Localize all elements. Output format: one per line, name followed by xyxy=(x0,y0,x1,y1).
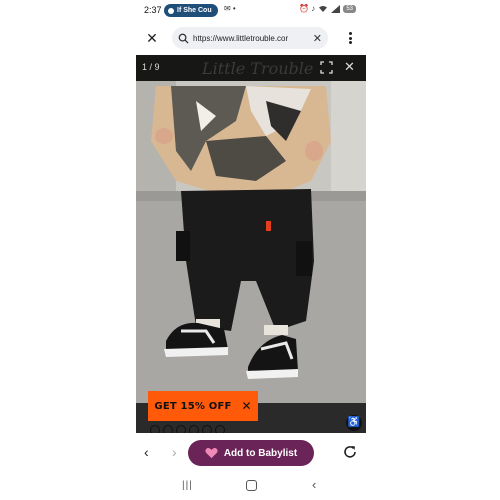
status-system-icons: ⏰ ♪ 53 xyxy=(299,4,356,13)
signal-icon xyxy=(331,4,341,13)
image-counter: 1 / 9 xyxy=(142,62,160,72)
search-icon xyxy=(178,33,189,44)
product-image-viewer[interactable]: 1 / 9 Little Trouble ✕ GET 15% OFF ✕ ♿ xyxy=(136,55,366,433)
status-alarm-icons: ⏰ ♪ xyxy=(299,4,316,13)
clear-url-icon[interactable]: ✕ xyxy=(313,32,322,45)
more-vert-icon[interactable] xyxy=(344,30,356,46)
url-text: https://www.littletrouble.cor xyxy=(193,33,289,43)
close-viewer-icon[interactable]: ✕ xyxy=(344,59,355,75)
babylist-label: Add to Babylist xyxy=(223,447,298,459)
viewer-top-bar: 1 / 9 Little Trouble ✕ xyxy=(136,55,366,81)
thumbnail-dot[interactable] xyxy=(163,425,173,433)
accessibility-icon[interactable]: ♿ xyxy=(346,415,362,431)
product-photo xyxy=(136,81,366,433)
system-back-button[interactable]: ‹ xyxy=(312,477,316,492)
promo-label: GET 15% OFF xyxy=(154,400,232,412)
browser-url-bar: ✕ https://www.littletrouble.cor ✕ xyxy=(136,24,366,52)
browser-toolbar: ‹ › Add to Babylist xyxy=(136,436,366,470)
thumbnail-dot[interactable] xyxy=(215,425,225,433)
phone-screen: 2:37 If She Cou ✉ • ⏰ ♪ 53 ✕ https://www… xyxy=(136,0,366,500)
status-time: 2:37 xyxy=(144,5,162,15)
home-button[interactable] xyxy=(246,480,257,491)
notification-pill[interactable]: If She Cou xyxy=(164,4,218,17)
recents-button[interactable]: ||| xyxy=(182,480,193,491)
promo-close-icon[interactable]: ✕ xyxy=(242,399,252,413)
status-bar: 2:37 If She Cou ✉ • ⏰ ♪ 53 xyxy=(136,0,366,22)
system-navigation-bar: ||| ‹ xyxy=(136,476,366,496)
expand-icon[interactable] xyxy=(320,61,333,74)
thumbnail-dot[interactable] xyxy=(202,425,212,433)
forward-button[interactable]: › xyxy=(172,444,177,460)
reload-icon[interactable] xyxy=(342,444,358,460)
image-thumbnail-strip xyxy=(150,425,225,433)
thumbnail-dot[interactable] xyxy=(189,425,199,433)
battery-icon: 53 xyxy=(343,4,356,13)
back-button[interactable]: ‹ xyxy=(144,444,149,460)
url-field[interactable]: https://www.littletrouble.cor ✕ xyxy=(172,27,328,49)
thumbnail-dot[interactable] xyxy=(176,425,186,433)
status-notification-icons: ✉ • xyxy=(224,4,236,13)
thumbnail-dot[interactable] xyxy=(150,425,160,433)
close-tab-icon[interactable]: ✕ xyxy=(144,30,160,46)
promo-discount-button[interactable]: GET 15% OFF ✕ xyxy=(148,391,258,421)
brand-watermark: Little Trouble xyxy=(202,59,314,78)
heart-icon xyxy=(205,448,218,459)
pill-dot-icon xyxy=(168,7,174,14)
add-to-babylist-button[interactable]: Add to Babylist xyxy=(188,440,314,466)
notification-pill-label: If She Cou xyxy=(177,7,212,14)
wifi-icon xyxy=(319,5,328,12)
